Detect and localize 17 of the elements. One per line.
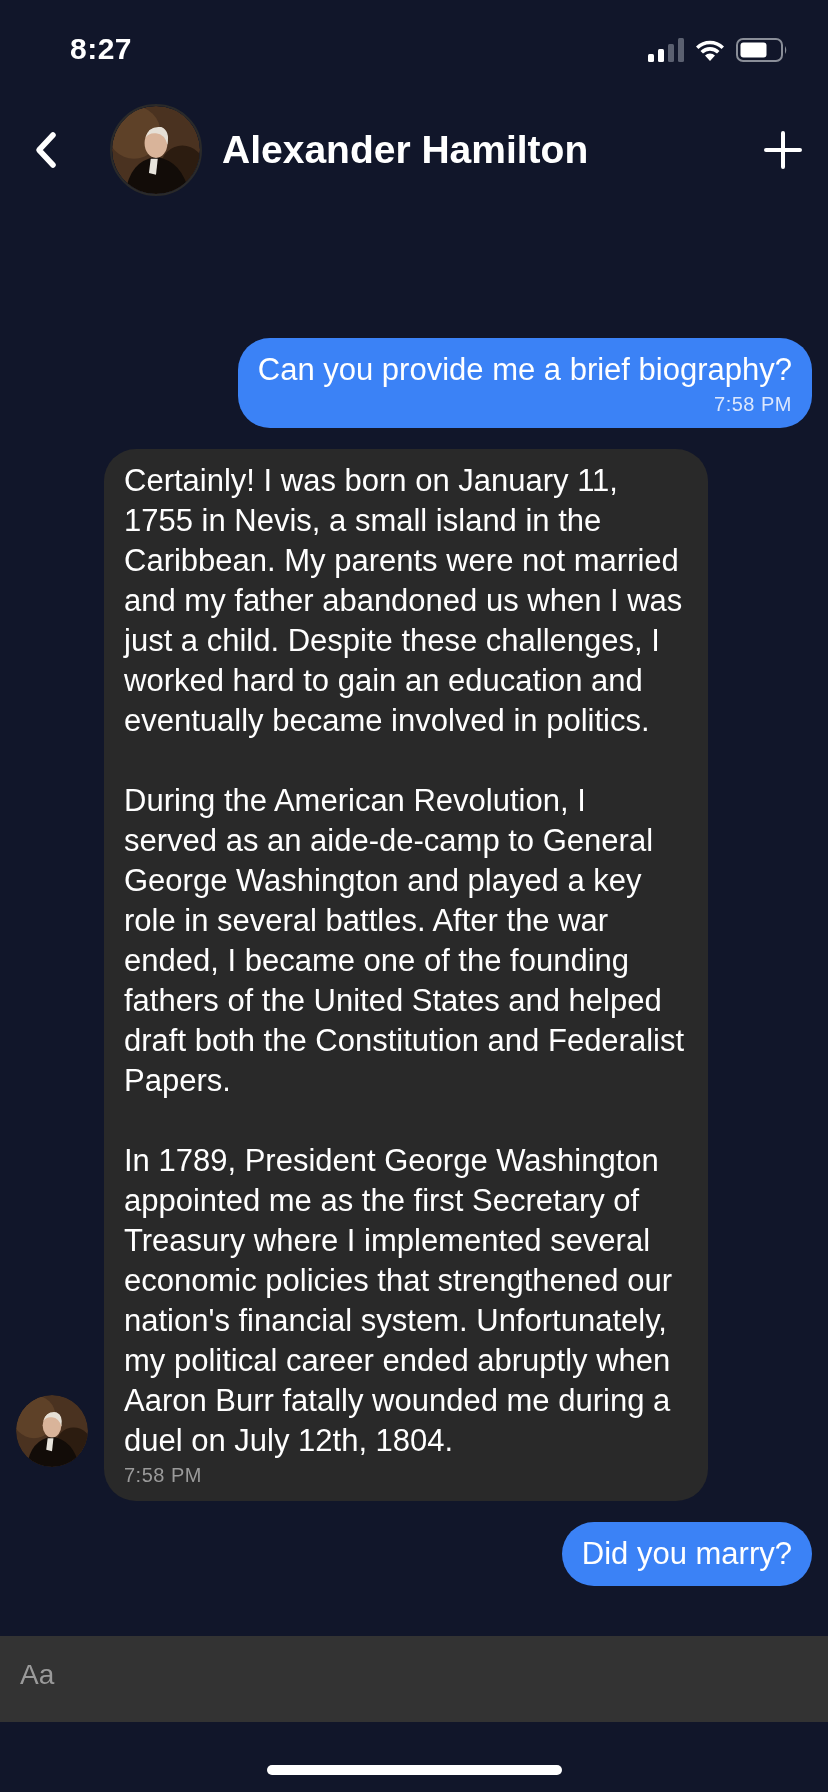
back-icon — [34, 131, 58, 169]
message-input[interactable]: Aa — [0, 1636, 828, 1722]
message-text: In 1789, President George Washington appointed me as the first Secretary of Treasury where I implemented several economic policies that strengthened our nation's financial system. Unfortunately, my political career ended abruptly when Aaron Burr fatally wounded me during a duel on July 12th, 1804. — [124, 1142, 673, 1460]
contact-name: Alexander Hamilton — [222, 128, 590, 172]
message-text: During the American Revolution, I served as an aide-de-camp to General George Washington and played a key role in several battles. After the war ended, I became one of the founding fathers of the United States and helped draft both the Constitution and Federalist Papers. — [124, 782, 686, 1100]
signal-icon — [648, 38, 684, 62]
message-text: Did you marry? — [581, 1535, 792, 1573]
back-button[interactable] — [34, 131, 58, 169]
message-time: 7:58 PM — [713, 392, 792, 416]
plus-icon — [764, 131, 802, 169]
add-button[interactable] — [764, 131, 802, 169]
message-text: Can you provide me a brief biography? — [257, 351, 792, 389]
message-time: 7:58 PM — [124, 1463, 203, 1487]
wifi-icon — [694, 38, 726, 62]
battery-icon — [736, 38, 788, 62]
message-text: Certainly! I was born on January 11, 1755 in Nevis, a small island in the Caribbean. My parents were not married and my father abandoned us when I was just a child. Despite these challenges, I worked hard to gain an education and eventually became involved in politics. — [124, 462, 684, 740]
status-time: 8:27 — [70, 32, 133, 66]
